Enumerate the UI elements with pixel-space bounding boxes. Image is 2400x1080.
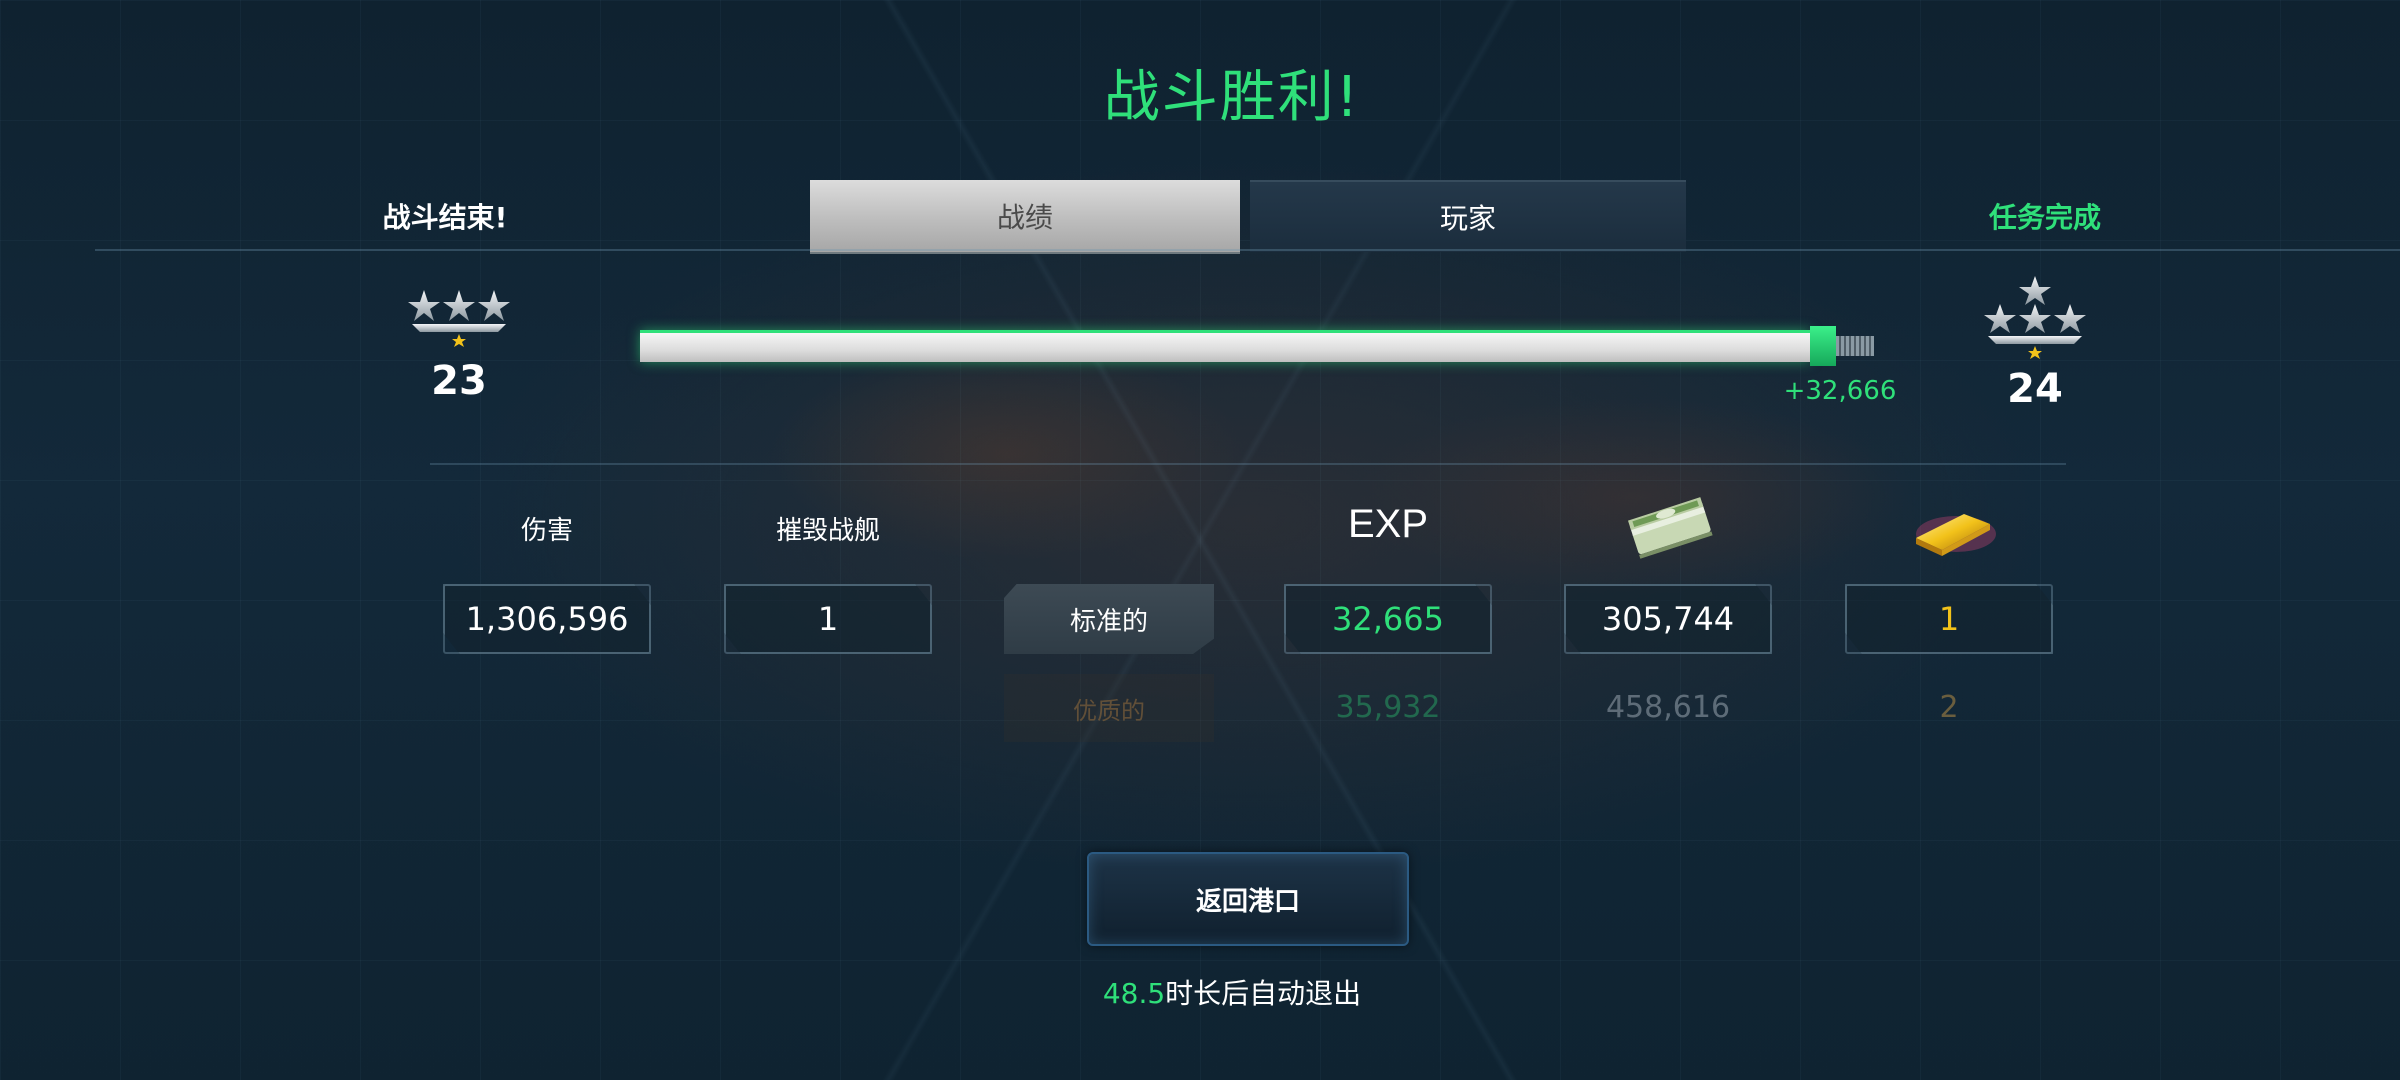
damage-value: 1,306,596 xyxy=(443,584,651,654)
tab-battle-record[interactable]: 战绩 xyxy=(810,180,1240,252)
next-rank-badge: 24 xyxy=(1970,270,2100,412)
progress-bar-remaining xyxy=(1836,336,1874,356)
premium-money-value: 458,616 xyxy=(1605,690,1731,725)
cash-stack-icon xyxy=(1627,497,1713,559)
exp-label: EXP xyxy=(1347,502,1429,546)
current-rank-badge: 23 xyxy=(394,282,524,404)
mission-complete-text: 任务完成 xyxy=(1988,201,2101,234)
battle-over-text: 战斗结束! xyxy=(382,201,508,234)
xp-gain-text: +32,666 xyxy=(1783,376,1897,406)
current-rank-number: 23 xyxy=(431,358,487,404)
return-to-port-button[interactable]: 返回港口 xyxy=(1087,852,1409,946)
countdown-seconds: 48.5 xyxy=(1102,977,1166,1010)
header-divider xyxy=(95,249,2400,251)
three-star-rank-icon xyxy=(408,290,510,347)
damage-label: 伤害 xyxy=(520,516,573,546)
standard-money-value: 305,744 xyxy=(1564,584,1772,654)
ships-destroyed-label: 摧毁战舰 xyxy=(775,516,880,546)
standard-reward-label: 标准的 xyxy=(1004,584,1214,654)
gold-bar-icon xyxy=(1916,514,1996,556)
countdown-suffix: 时长后自动退出 xyxy=(1165,977,1362,1010)
premium-gold-value: 2 xyxy=(1939,690,1959,725)
auto-exit-countdown: 48.5时长后自动退出 xyxy=(0,972,2400,1012)
tab-players[interactable]: 玩家 xyxy=(1250,180,1686,252)
next-rank-number: 24 xyxy=(2007,366,2063,412)
section-divider xyxy=(430,463,2066,465)
standard-gold-value: 1 xyxy=(1845,584,2053,654)
victory-title: 战斗胜利! xyxy=(1103,65,1361,130)
four-star-rank-icon xyxy=(1984,276,2086,359)
standard-exp-value: 32,665 xyxy=(1284,584,1492,654)
experience-progress-bar xyxy=(640,330,1810,362)
ships-destroyed-value: 1 xyxy=(724,584,932,654)
progress-bar-end-marker xyxy=(1810,326,1836,366)
premium-exp-value: 35,932 xyxy=(1335,690,1441,725)
premium-reward-label: 优质的 xyxy=(1004,674,1214,742)
